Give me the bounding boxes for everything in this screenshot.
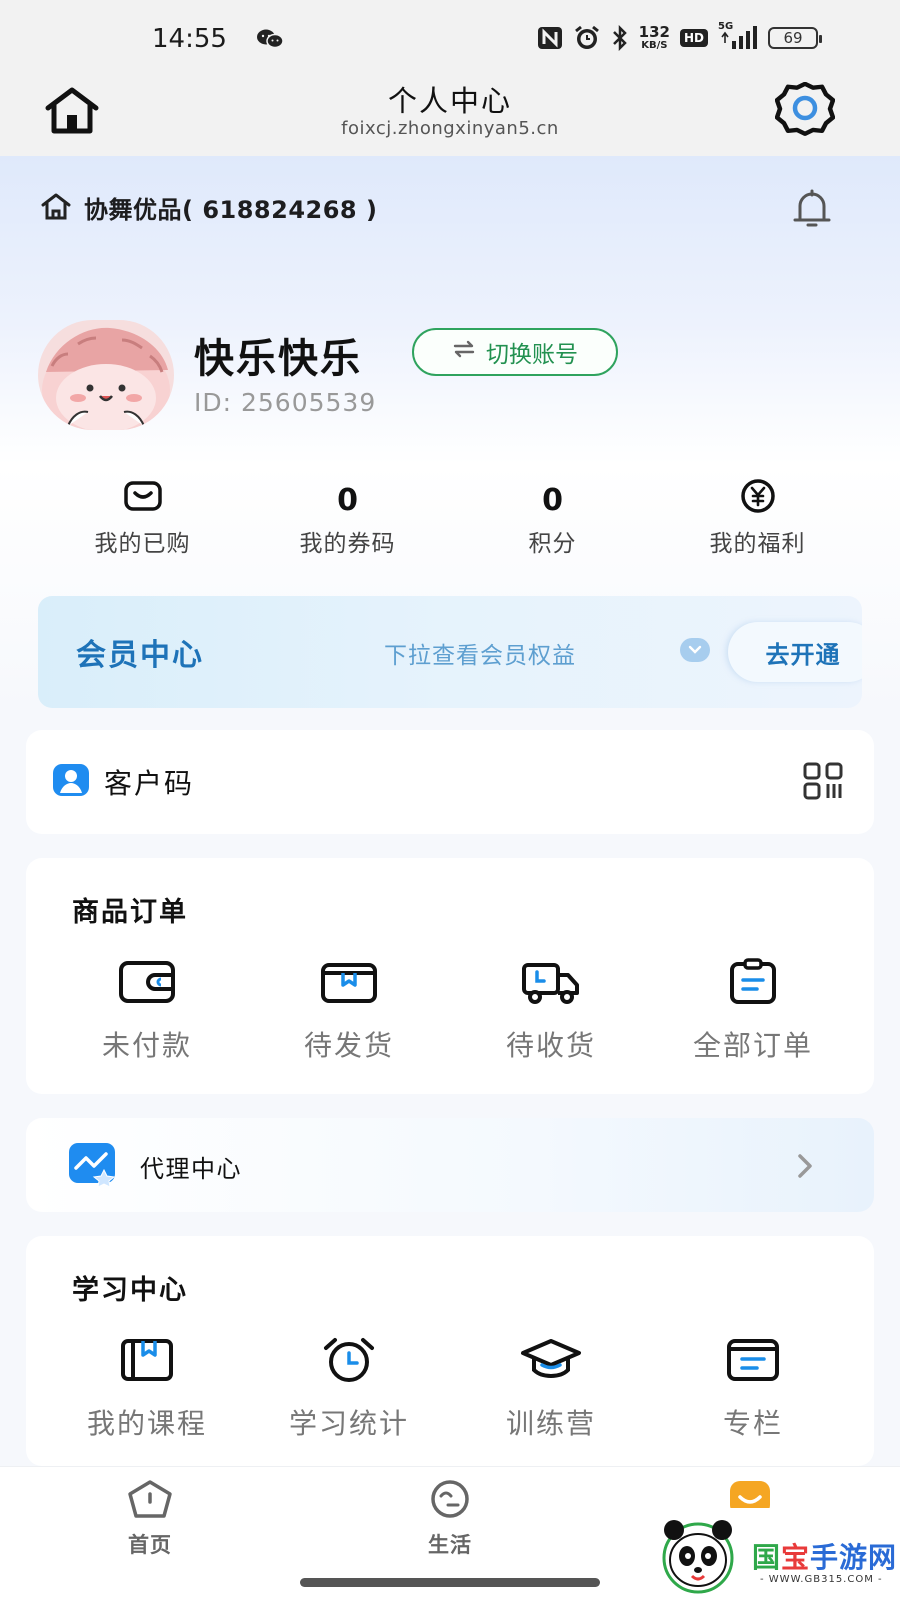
stat-purchased[interactable]: 我的已购	[40, 480, 245, 560]
member-center-title: 会员中心	[76, 638, 204, 673]
study-title: 学习中心	[72, 1275, 188, 1306]
life-circle-icon	[426, 1479, 474, 1523]
watermark-text-part2: 宝	[781, 1541, 811, 1574]
customer-code-card[interactable]: 客户码	[26, 730, 874, 834]
watermark-text-part3: 手游网	[810, 1541, 898, 1574]
status-time: 14:55	[152, 24, 227, 54]
study-center-card: 学习中心 我的课程 学习统计 训练营 专栏	[26, 1236, 874, 1466]
order-label: 未付款	[101, 1029, 192, 1062]
username: 快乐快乐	[194, 336, 362, 382]
study-column[interactable]: 专栏	[652, 1332, 854, 1442]
customer-code-icon	[52, 763, 90, 801]
page-title: 个人中心	[387, 84, 512, 118]
alarm-clock-icon	[317, 1332, 381, 1388]
truck-icon	[519, 954, 583, 1010]
watermark-url: - WWW.GB315.COM -	[760, 1574, 883, 1585]
network-speed: 132 KB/S	[638, 23, 670, 52]
orders-card: 商品订单 未付款 待发货 待收货 全部订单	[26, 858, 874, 1094]
order-all[interactable]: 全部订单	[652, 954, 854, 1064]
panda-logo-icon	[656, 1514, 740, 1600]
bell-icon[interactable]	[788, 184, 836, 232]
order-label: 全部订单	[692, 1029, 813, 1062]
battery-icon: 69	[768, 27, 822, 49]
tab-life[interactable]: 生活	[390, 1479, 510, 1559]
study-camp[interactable]: 训练营	[450, 1332, 652, 1442]
stat-value: 0	[542, 482, 563, 518]
study-label: 训练营	[505, 1407, 596, 1440]
stat-label: 我的券码	[299, 531, 396, 557]
nfc-icon	[537, 26, 563, 50]
purchased-bag-icon	[123, 479, 163, 521]
shop-home-icon	[40, 192, 72, 224]
study-label: 专栏	[722, 1407, 783, 1440]
home-pentagon-icon	[126, 1479, 174, 1523]
study-label: 学习统计	[288, 1407, 409, 1440]
stat-label: 积分	[528, 531, 577, 557]
chevron-down-icon[interactable]	[680, 638, 710, 662]
watermark-text: 国宝手游网	[752, 1536, 897, 1576]
home-indicator	[300, 1578, 600, 1587]
status-icons: 132 KB/S HD 5G 69	[537, 21, 822, 54]
stat-label: 我的福利	[709, 531, 806, 557]
order-unpaid[interactable]: 未付款	[46, 954, 248, 1064]
wallet-icon	[115, 954, 179, 1010]
order-label: 待收货	[505, 1029, 596, 1062]
switch-account-button[interactable]: 切换账号	[412, 328, 618, 376]
agent-center-row[interactable]: 代理中心	[26, 1118, 874, 1212]
stat-points[interactable]: 0 积分	[450, 480, 655, 560]
course-book-icon	[115, 1332, 179, 1388]
qr-code-icon[interactable]	[800, 760, 848, 804]
watermark-text-part1: 国	[752, 1541, 782, 1574]
tab-home[interactable]: 首页	[90, 1479, 210, 1559]
member-center-hint: 下拉查看会员权益	[384, 643, 576, 669]
orders-grid: 未付款 待发货 待收货 全部订单	[46, 954, 854, 1064]
stat-welfare[interactable]: 我的福利	[655, 478, 860, 560]
screen: 14:55 132 KB/S HD 5G 69 个人中心 foixcj.zhon…	[0, 0, 900, 1600]
bluetooth-icon	[611, 25, 629, 51]
title-bar: 个人中心 foixcj.zhongxinyan5.cn	[0, 72, 900, 156]
page-url: foixcj.zhongxinyan5.cn	[341, 118, 559, 139]
yuan-coin-icon	[738, 478, 778, 522]
agent-center-label: 代理中心	[140, 1154, 242, 1183]
column-card-icon	[721, 1332, 785, 1388]
member-center-card[interactable]: 会员中心 下拉查看会员权益 去开通	[38, 596, 862, 708]
alarm-icon	[573, 25, 601, 51]
graduation-cap-icon	[519, 1332, 583, 1388]
stat-value: 0	[337, 482, 358, 518]
hd-badge: HD	[679, 29, 708, 47]
orders-title: 商品订单	[72, 897, 188, 928]
study-grid: 我的课程 学习统计 训练营 专栏	[46, 1332, 854, 1442]
study-label: 我的课程	[86, 1407, 207, 1440]
network-speed-value: 132	[638, 23, 670, 41]
order-label: 待发货	[303, 1029, 394, 1062]
watermark: 国宝手游网 - WWW.GB315.COM -	[648, 1508, 900, 1600]
settings-icon[interactable]	[774, 82, 836, 138]
order-to-receive[interactable]: 待收货	[450, 954, 652, 1064]
signal-icon: 5G	[718, 21, 758, 51]
tab-label: 首页	[128, 1533, 172, 1557]
switch-arrows-icon	[452, 339, 476, 365]
tab-label: 生活	[428, 1533, 472, 1557]
order-to-ship[interactable]: 待发货	[248, 954, 450, 1064]
study-my-courses[interactable]: 我的课程	[46, 1332, 248, 1442]
stat-coupons[interactable]: 0 我的券码	[245, 480, 450, 560]
agent-chart-icon	[68, 1142, 118, 1190]
status-bar: 14:55 132 KB/S HD 5G 69	[0, 0, 900, 72]
avatar[interactable]	[38, 320, 174, 430]
user-id: ID: 25605539	[194, 388, 377, 417]
shop-row[interactable]: 协舞优品( 618824268 )	[40, 190, 377, 225]
signal-label: 5G	[718, 21, 734, 32]
network-speed-unit: KB/S	[641, 40, 668, 51]
stat-label: 我的已购	[94, 531, 191, 557]
customer-code-label: 客户码	[104, 767, 195, 800]
stats-row: 我的已购 0 我的券码 0 积分 我的福利	[40, 478, 860, 560]
open-membership-button[interactable]: 去开通	[728, 622, 862, 682]
switch-account-label: 切换账号	[486, 342, 578, 368]
chevron-right-icon	[790, 1148, 820, 1184]
clipboard-icon	[721, 954, 785, 1010]
box-icon	[317, 954, 381, 1010]
wechat-icon	[256, 28, 284, 54]
shop-name: 协舞优品( 618824268 )	[84, 196, 378, 224]
study-stats[interactable]: 学习统计	[248, 1332, 450, 1442]
